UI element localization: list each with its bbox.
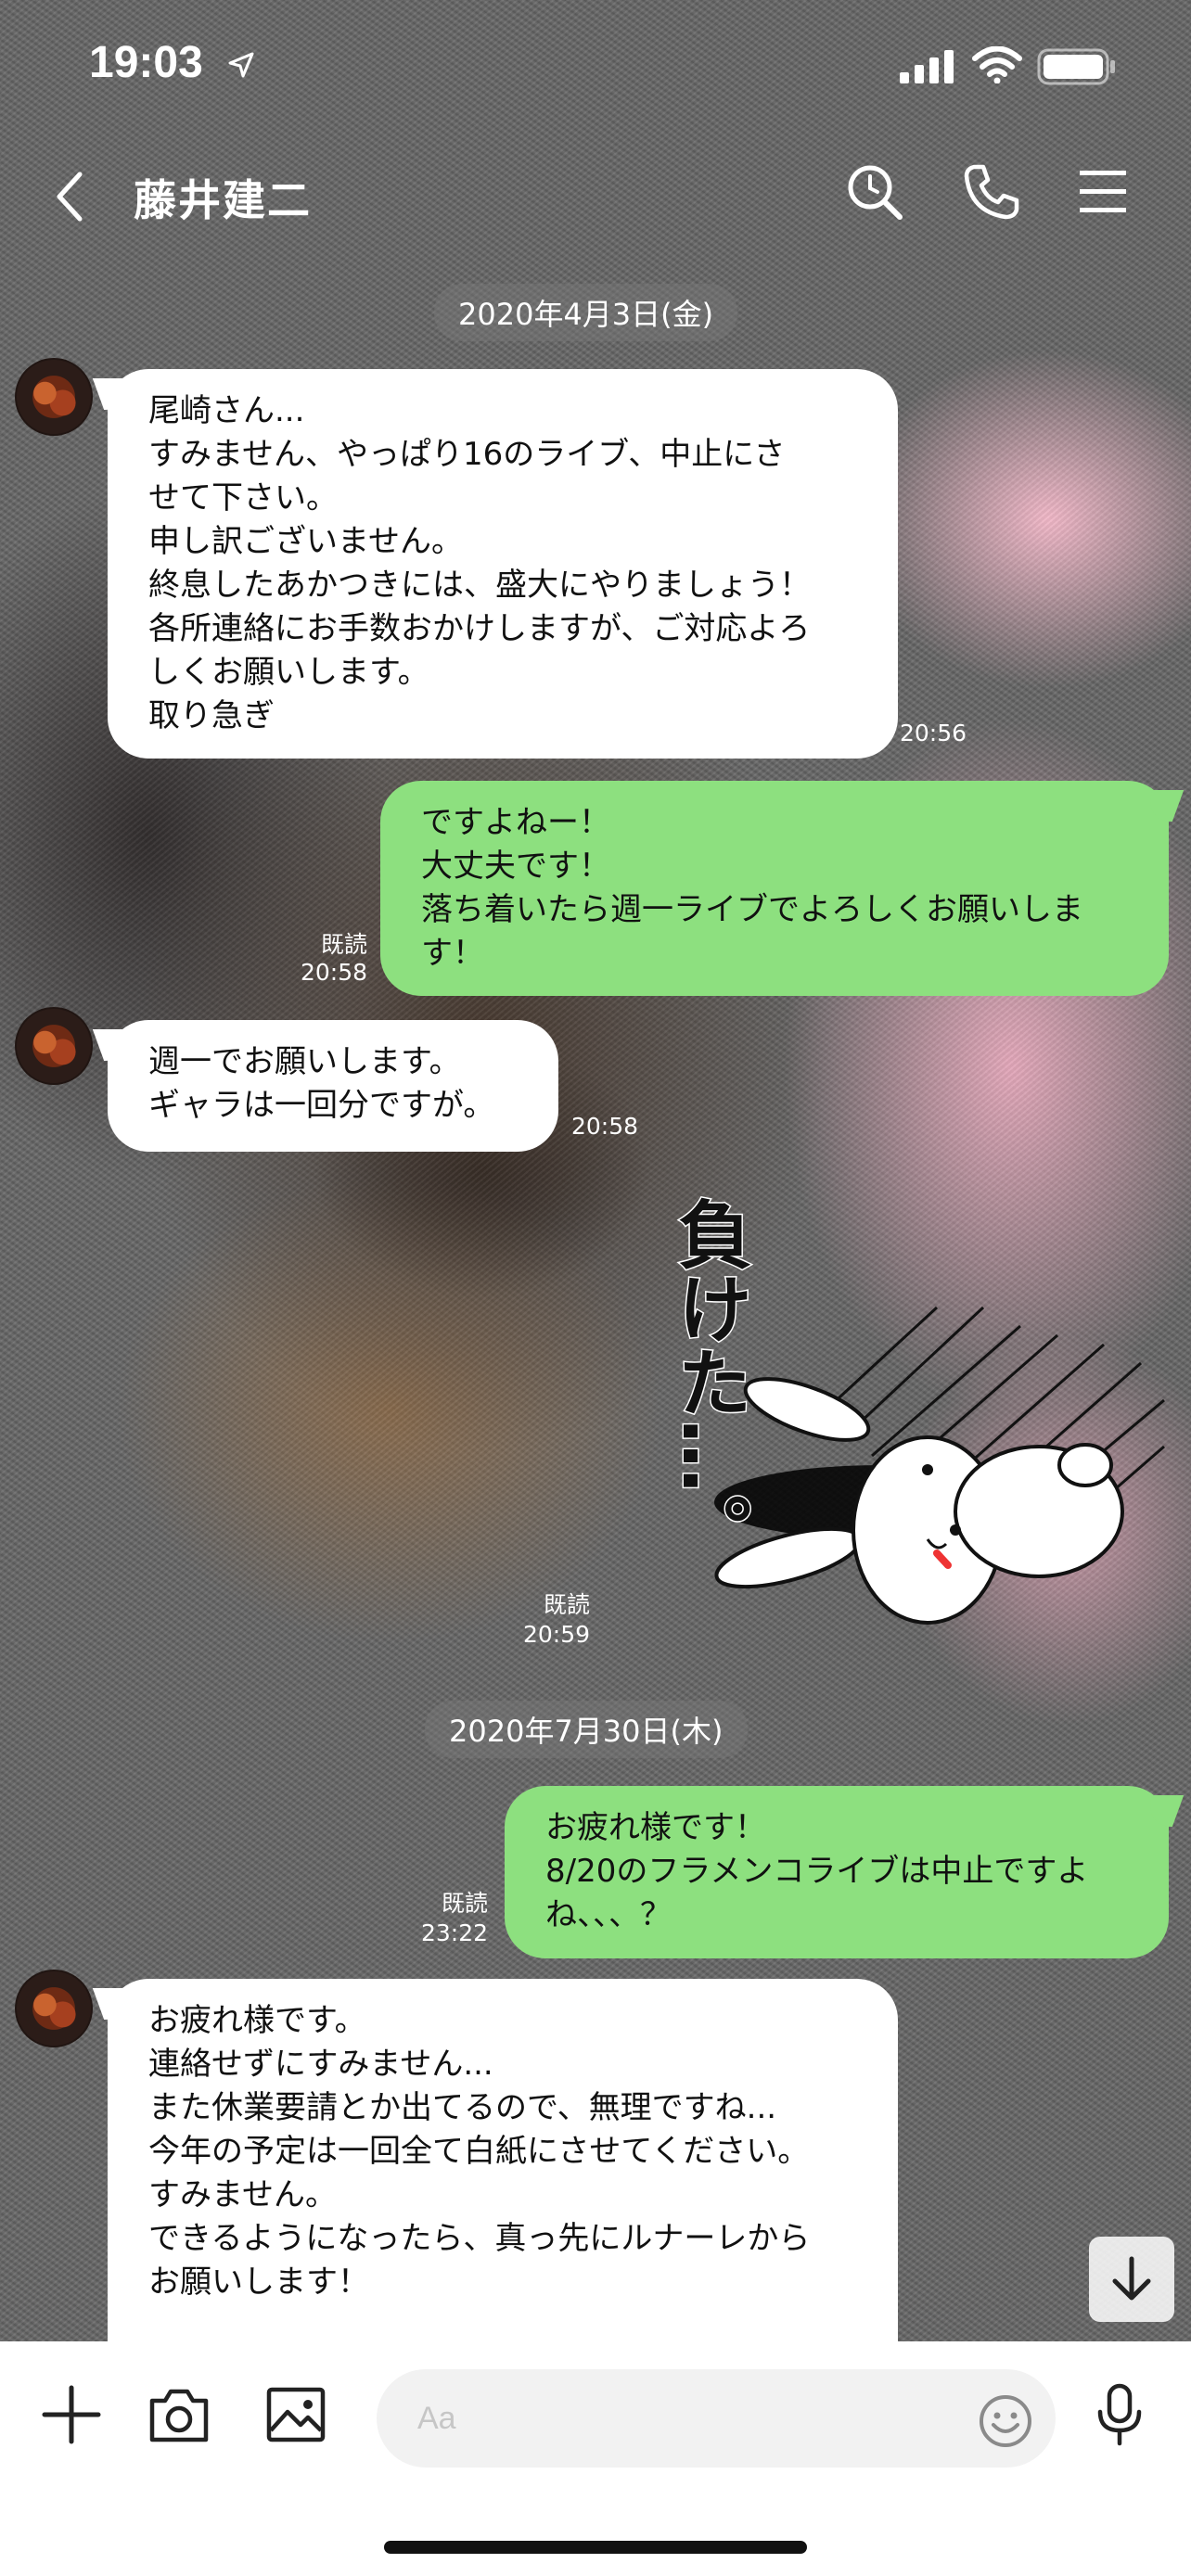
read-receipt: 既読 (441, 1890, 488, 1917)
date-separator: 2020年7月30日(木) (425, 1701, 748, 1758)
read-receipt: 既読 (320, 931, 367, 958)
menu-icon[interactable] (1076, 167, 1130, 217)
camera-icon[interactable] (147, 2384, 211, 2445)
message-time: 20:58 (300, 959, 367, 986)
location-arrow-icon (228, 52, 254, 78)
message-time: 23:22 (420, 1919, 488, 1946)
arrow-down-icon (1112, 2256, 1151, 2301)
signal-icon (900, 50, 954, 83)
contact-avatar[interactable] (15, 358, 93, 436)
incoming-message-bubble[interactable]: 尾崎さん... すみません、やっぱり16のライブ、中止にさ せて下さい。 申し訳… (108, 369, 898, 759)
message-input[interactable] (377, 2369, 1056, 2468)
plus-icon[interactable] (41, 2384, 102, 2445)
back-chevron-icon[interactable] (48, 169, 93, 224)
outgoing-message-bubble[interactable]: お疲れ様です！ 8/20のフラメンコライブは中止ですよ ね、、、？ (505, 1786, 1169, 1958)
home-indicator (384, 2541, 807, 2554)
wifi-icon (972, 46, 1022, 83)
read-receipt: 既読 (543, 1591, 590, 1618)
message-time: 20:56 (900, 720, 967, 746)
date-separator: 2020年4月3日(金) (434, 284, 738, 341)
contact-avatar[interactable] (15, 1970, 93, 2047)
phone-icon[interactable] (961, 161, 1022, 223)
image-icon[interactable] (265, 2384, 327, 2445)
scroll-to-bottom-button[interactable] (1089, 2237, 1174, 2322)
battery-icon (1037, 48, 1115, 85)
emoji-icon[interactable] (978, 2393, 1033, 2449)
incoming-message-bubble[interactable]: お疲れ様です。 連絡せずにすみません... また休業要請とか出てるので、無理です… (108, 1979, 898, 2341)
message-time: 20:59 (522, 1621, 590, 1648)
chat-header: 藤井建二 (0, 148, 1191, 241)
sticker-caption: 負けた…。 (665, 1195, 754, 1569)
incoming-message-bubble[interactable]: 週一でお願いします。 ギャラは一回分ですが。 (108, 1020, 558, 1152)
status-time: 19:03 (89, 38, 203, 87)
chat-title: 藤井建二 (134, 175, 312, 225)
microphone-icon[interactable] (1093, 2382, 1146, 2447)
contact-avatar[interactable] (15, 1007, 93, 1085)
message-time: 20:58 (571, 1113, 639, 1140)
status-bar: 19:03 (0, 0, 1191, 130)
outgoing-message-bubble[interactable]: ですよねー！ 大丈夫です！ 落ち着いたら週一ライブでよろしくお願いしま す！ (380, 781, 1169, 996)
search-icon[interactable] (844, 161, 905, 223)
message-input-bar (0, 2341, 1191, 2576)
